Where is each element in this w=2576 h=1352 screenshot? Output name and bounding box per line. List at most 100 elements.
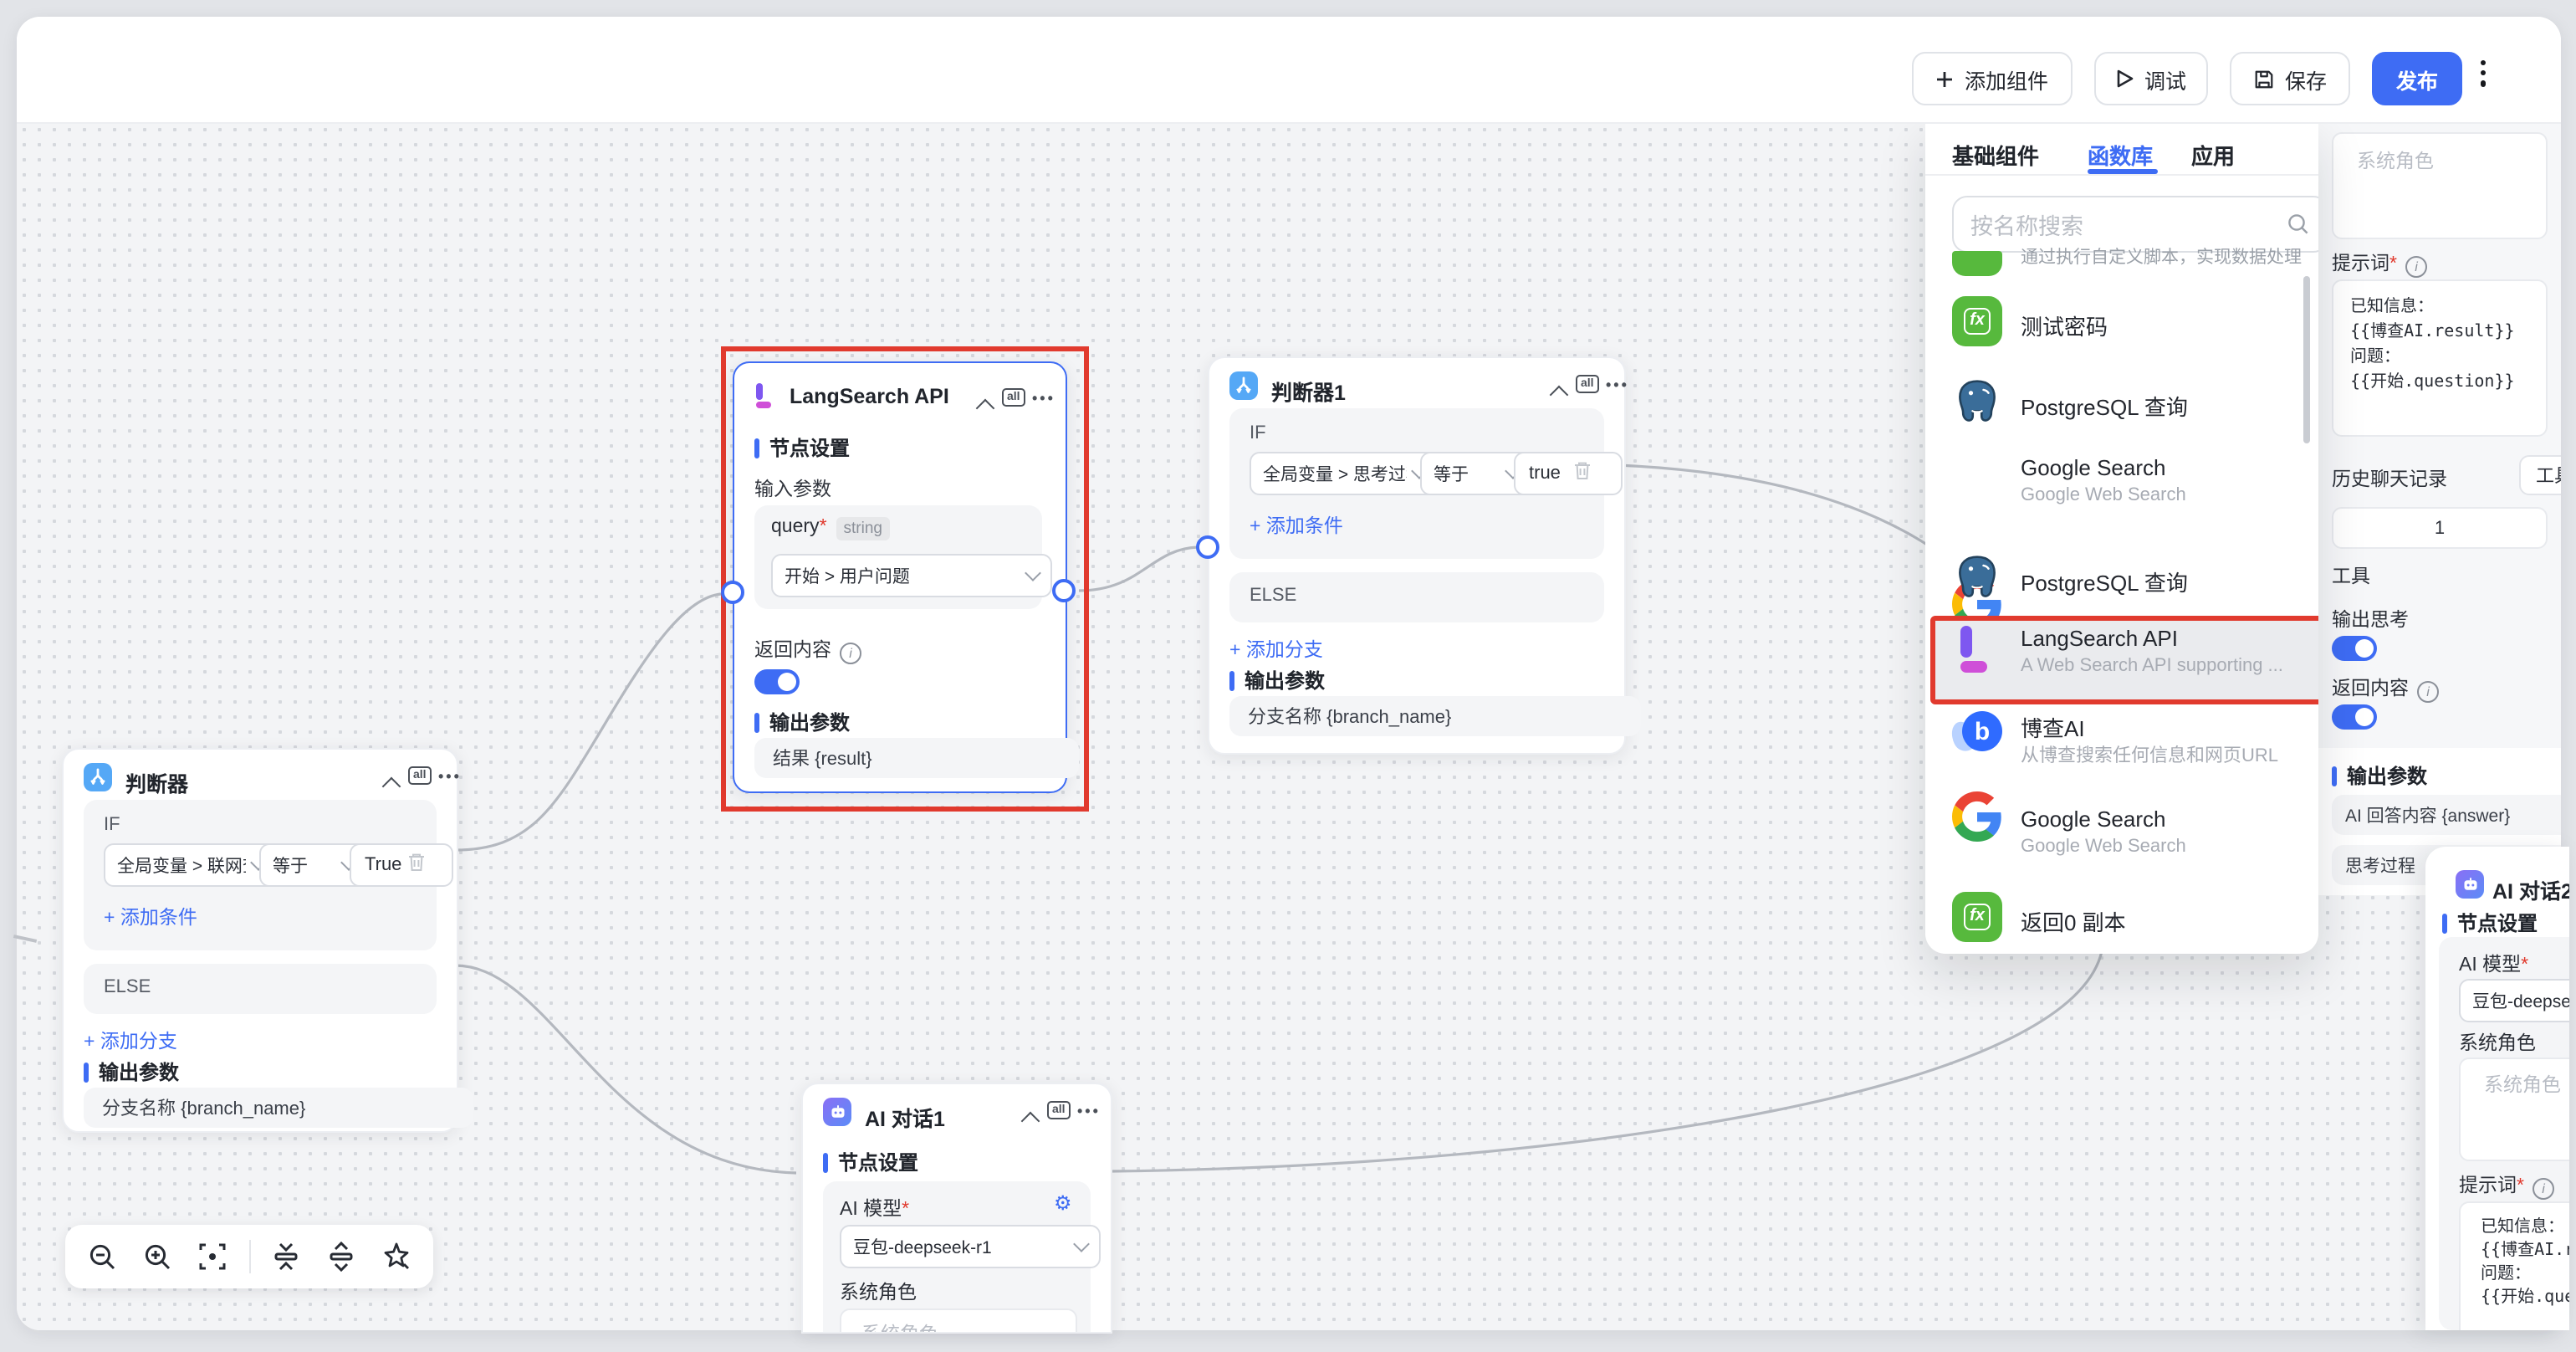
expand-nodes-icon[interactable] bbox=[324, 1238, 360, 1275]
node-langsearch[interactable]: LangSearch API all ••• 节点设置 输入参数 query*s… bbox=[733, 361, 1067, 793]
node-judge[interactable]: 判断器 all ••• IF 全局变量 > 联网查询 等于 True + 添加条… bbox=[62, 748, 458, 1133]
list-item[interactable]: 测试密码 bbox=[2021, 310, 2108, 341]
trash-icon[interactable] bbox=[406, 852, 427, 882]
prompt-text: 已知信息： {{博查AI.result}} 问题： {{开始.question}… bbox=[2350, 294, 2515, 395]
if-label: IF bbox=[104, 815, 120, 835]
collapse-nodes-icon[interactable] bbox=[268, 1238, 305, 1275]
node-title: LangSearch API bbox=[790, 385, 949, 408]
more-icon[interactable]: ••• bbox=[438, 768, 462, 785]
zoom-out-icon[interactable] bbox=[84, 1238, 120, 1275]
list-item[interactable]: Google Search bbox=[2021, 807, 2165, 832]
return-content-toggle[interactable] bbox=[754, 669, 800, 694]
plus-icon bbox=[1936, 69, 1955, 88]
output-params-label: 输出参数 bbox=[84, 1058, 179, 1086]
magic-star-icon[interactable] bbox=[378, 1238, 415, 1275]
system-role-textarea[interactable]: 系统角色 bbox=[840, 1308, 1077, 1334]
run-all-icon[interactable]: all bbox=[1002, 388, 1025, 407]
add-condition-link[interactable]: + 添加条件 bbox=[1250, 512, 1343, 539]
run-all-icon[interactable]: all bbox=[1576, 375, 1599, 393]
port-langsearch-left[interactable] bbox=[721, 581, 744, 604]
return-content-toggle[interactable] bbox=[2332, 704, 2377, 730]
settings-box: AI 模型* ⚙ 豆包-deepseek-r1 系统角色 系统角色 bbox=[823, 1181, 1091, 1334]
gear-icon[interactable]: ⚙ bbox=[1054, 1191, 1072, 1215]
tab-applications[interactable]: 应用 bbox=[2191, 139, 2235, 171]
system-role-placeholder: 系统角色 bbox=[2357, 147, 2434, 174]
prompt-label: 提示词*i bbox=[2332, 249, 2427, 278]
add-branch-link[interactable]: + 添加分支 bbox=[1229, 636, 1323, 663]
search-placeholder: 按名称搜索 bbox=[1970, 207, 2287, 241]
fit-view-icon[interactable] bbox=[193, 1238, 230, 1275]
node-judge1[interactable]: 判断器1 all ••• IF 全局变量 > 思考过程 等于 true + 添加… bbox=[1208, 356, 1626, 755]
system-role-textarea[interactable]: 系统角色 bbox=[2332, 132, 2548, 239]
model-select[interactable]: 豆包-deepseek-r1 bbox=[840, 1225, 1101, 1268]
kebab-menu-icon[interactable] bbox=[2481, 60, 2486, 86]
answer-output-row: AI 回答内容 {answer} bbox=[2332, 795, 2561, 835]
list-item-subtitle: A Web Search API supporting ... bbox=[2021, 656, 2283, 676]
condition-value-input[interactable]: True bbox=[350, 843, 453, 887]
condition-left-select[interactable]: 全局变量 > 思考过程 bbox=[1250, 452, 1439, 495]
debug-button[interactable]: 调试 bbox=[2094, 52, 2208, 105]
node-ai-chat2[interactable]: AI 对话2 节点设置 AI 模型* 豆包-deepseek-r1 系统角色 系… bbox=[2425, 847, 2569, 1330]
zoom-in-icon[interactable] bbox=[139, 1238, 176, 1275]
return-content-label: 返回内容i bbox=[754, 636, 861, 664]
run-all-icon[interactable]: all bbox=[408, 766, 432, 785]
return-content-label: 返回内容i bbox=[2332, 674, 2439, 703]
condition-value-input[interactable]: true bbox=[1514, 452, 1623, 495]
node-inspector-panel: 系统角色 提示词*i 已知信息： {{博查AI.result}} 问题： {{开… bbox=[2318, 122, 2561, 895]
list-item[interactable]: 博查AI bbox=[2021, 711, 2085, 743]
add-component-button[interactable]: 添加组件 bbox=[1912, 52, 2073, 105]
collapse-icon[interactable] bbox=[1552, 380, 1566, 410]
model-select[interactable]: 豆包-deepseek-r1 bbox=[2459, 979, 2569, 1022]
script-icon bbox=[1952, 251, 2002, 276]
run-all-icon[interactable]: all bbox=[1047, 1101, 1071, 1119]
collapse-icon[interactable] bbox=[385, 771, 398, 801]
tab-function-library[interactable]: 函数库 bbox=[2088, 139, 2153, 171]
prompt-textarea[interactable]: 已知信息： {{博查AI.result}} 问题： {{开始.question}… bbox=[2459, 1201, 2569, 1330]
input-params-label: 输入参数 bbox=[754, 475, 831, 502]
save-button[interactable]: 保存 bbox=[2230, 52, 2350, 105]
node-title: 判断器 bbox=[125, 766, 188, 798]
langsearch-icon bbox=[1952, 624, 2002, 674]
list-item[interactable]: LangSearch API bbox=[2021, 626, 2178, 651]
system-role-placeholder: 系统角色 bbox=[2484, 1071, 2561, 1098]
output-thinking-toggle[interactable] bbox=[2332, 636, 2377, 661]
model-label: AI 模型* bbox=[840, 1195, 909, 1221]
system-role-label: 系统角色 bbox=[840, 1278, 917, 1305]
add-condition-link[interactable]: + 添加条件 bbox=[104, 904, 197, 930]
output-thinking-label: 输出思考 bbox=[2332, 606, 2409, 632]
else-label: ELSE bbox=[1250, 586, 1296, 606]
list-item[interactable]: PostgreSQL 查询 bbox=[2021, 566, 2188, 597]
play-icon bbox=[2116, 69, 2134, 89]
input-param-box: query*string 开始 > 用户问题 bbox=[754, 505, 1042, 609]
port-judge1-left[interactable] bbox=[1196, 535, 1219, 559]
trash-icon[interactable] bbox=[1572, 460, 1592, 490]
collapse-icon[interactable] bbox=[1024, 1106, 1037, 1136]
more-icon[interactable]: ••• bbox=[1077, 1103, 1101, 1119]
condition-left-select[interactable]: 全局变量 > 联网查询 bbox=[104, 843, 278, 887]
node-settings-label: 节点设置 bbox=[823, 1148, 918, 1176]
system-role-textarea[interactable]: 系统角色 bbox=[2459, 1058, 2569, 1161]
list-item[interactable]: 返回0 副本 bbox=[2021, 905, 2126, 937]
publish-button[interactable]: 发布 bbox=[2372, 52, 2462, 105]
prompt-textarea[interactable]: 已知信息： {{博查AI.result}} 问题： {{开始.question}… bbox=[2332, 279, 2548, 437]
tabs-divider bbox=[1925, 174, 2318, 176]
node-title: AI 对话1 bbox=[865, 1101, 945, 1133]
scrollbar-thumb[interactable] bbox=[2303, 276, 2310, 443]
history-count-input[interactable]: 1 bbox=[2332, 507, 2548, 549]
node-ai-chat1[interactable]: AI 对话1 all ••• 节点设置 AI 模型* ⚙ 豆包-deepseek… bbox=[801, 1083, 1112, 1334]
node-settings-label: 节点设置 bbox=[2442, 909, 2538, 937]
list-item[interactable]: Google Search bbox=[2021, 455, 2165, 480]
collapse-icon[interactable] bbox=[979, 393, 992, 423]
component-library-popup: 基础组件 函数库 应用 按名称搜索 通过执行自定义脚本，实现数据处理 fx 测试… bbox=[1925, 122, 2318, 954]
param-value-select[interactable]: 开始 > 用户问题 bbox=[771, 554, 1052, 597]
port-langsearch-right[interactable] bbox=[1052, 579, 1076, 602]
list-item[interactable]: PostgreSQL 查询 bbox=[2021, 390, 2188, 422]
judge-node-icon bbox=[1229, 371, 1258, 400]
prompt-text: 已知信息： {{博查AI.result}} 问题： {{开始.question}… bbox=[2481, 1216, 2569, 1310]
bocha-ai-icon: b bbox=[1952, 708, 2002, 758]
more-icon[interactable]: ••• bbox=[1032, 390, 1055, 407]
more-icon[interactable]: ••• bbox=[1606, 376, 1629, 393]
tab-basic-components[interactable]: 基础组件 bbox=[1952, 139, 2039, 171]
add-branch-link[interactable]: + 添加分支 bbox=[84, 1027, 177, 1054]
history-tools-tab[interactable]: 工具 bbox=[2519, 455, 2561, 495]
